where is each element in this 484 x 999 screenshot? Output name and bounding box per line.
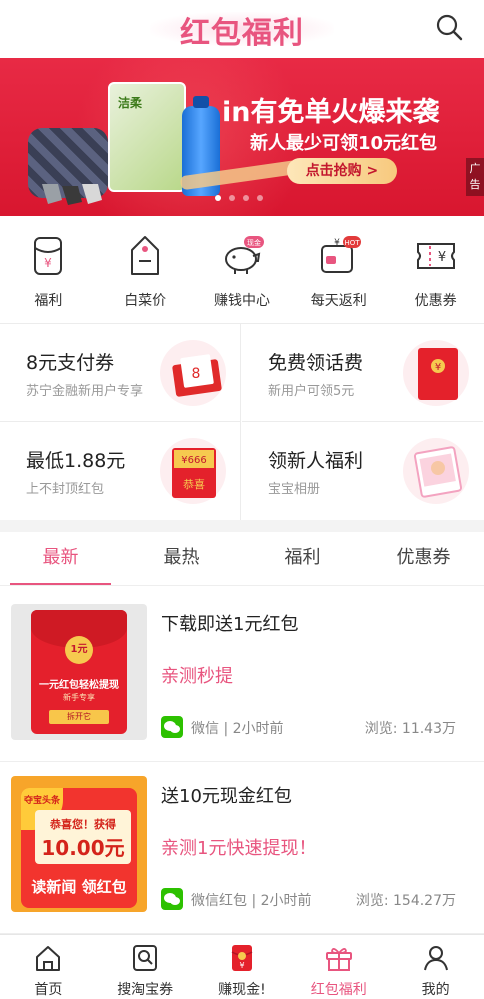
bottom-tab-earn-cash[interactable]: ¥ 赚现金! [194, 935, 291, 999]
banner-cta-button[interactable]: 点击抢购 > [287, 158, 397, 184]
user-icon [423, 946, 448, 971]
promo-grid: 8元支付券 苏宁金融新用户专享 8 免费领话费 新用户可领5元 ¥ 最低1.88… [0, 324, 484, 520]
promo-banner[interactable]: 洁柔 in有免单火爆来袭 新人最少可领10元红包 点击抢购 > 广告 [0, 58, 484, 216]
photo-album-image [413, 446, 463, 498]
item-meta: 微信 | 2小时前 浏览: 11.43万 [161, 716, 456, 738]
tab-latest[interactable]: 最新 [0, 532, 121, 585]
item-title: 送10元现金红包 [161, 786, 292, 807]
svg-text:¥: ¥ [334, 238, 340, 248]
category-nav: ¥ 福利 白菜价 现金 赚钱中心 ¥ HOT 每天返利 ¥ 优惠券 [0, 216, 484, 324]
nav-item-welfare[interactable]: ¥ 福利 [0, 216, 97, 323]
item-tag: 亲测1元快速提现！ [161, 838, 317, 859]
carousel-dot[interactable] [215, 195, 221, 201]
search-icon[interactable] [434, 12, 464, 42]
item-source: 微信红包 | 2小时前 [191, 893, 312, 909]
search-coupon-icon [133, 945, 158, 971]
app-header: 红包福利 [0, 0, 484, 58]
svg-text:¥: ¥ [239, 961, 244, 970]
svg-text:¥: ¥ [437, 250, 445, 265]
socks-image [42, 184, 102, 205]
ad-label: 广告 [466, 158, 484, 196]
piggy-bank-icon: 现金 [224, 236, 264, 274]
nav-item-bargain[interactable]: 白菜价 [97, 216, 194, 323]
banner-headline: in有免单火爆来袭 [222, 97, 440, 128]
svg-text:8: 8 [192, 366, 201, 382]
bottom-tab-red-packet-welfare[interactable]: 红包福利 [290, 935, 387, 999]
item-source: 微信 | 2小时前 [191, 721, 284, 737]
svg-text:HOT: HOT [344, 239, 360, 247]
price-tag-icon [131, 236, 160, 275]
item-title: 下载即送1元红包 [161, 614, 299, 635]
nav-item-coupons[interactable]: ¥ 优惠券 [387, 216, 484, 323]
svg-text:恭喜: 恭喜 [183, 478, 205, 491]
red-envelope-icon: ¥ [34, 237, 63, 275]
svg-text:现金: 现金 [247, 238, 261, 247]
carousel-dot[interactable] [243, 195, 249, 201]
svg-text:¥: ¥ [45, 256, 53, 270]
red-packet-image: ¥ [418, 348, 458, 400]
nav-item-daily-rebate[interactable]: ¥ HOT 每天返利 [290, 216, 387, 323]
promo-card-newbie[interactable]: 领新人福利 宝宝相册 [242, 422, 483, 520]
tab-hottest[interactable]: 最热 [121, 532, 242, 585]
list-item[interactable]: 1元 一元红包轻松提现 新手专享 拆开它 下载即送1元红包 亲测秒提 微信 | … [0, 590, 484, 762]
svg-text:¥666: ¥666 [181, 455, 206, 466]
carousel-dots[interactable] [215, 195, 263, 201]
bottom-tab-me[interactable]: 我的 [387, 935, 484, 999]
banner-subline: 新人最少可领10元红包 [250, 133, 438, 154]
home-icon [36, 946, 61, 971]
bottom-tab-bar: 首页 搜淘宝券 ¥ 赚现金! 红包福利 我的 [0, 934, 484, 999]
carousel-dot[interactable] [229, 195, 235, 201]
red-packet-icon: ¥ [231, 945, 253, 971]
item-tag: 亲测秒提 [161, 666, 233, 687]
tissue-box-image: 洁柔 [108, 82, 186, 192]
promo-card-pay-coupon[interactable]: 8元支付券 苏宁金融新用户专享 8 [0, 324, 241, 422]
page-title: 红包福利 [180, 16, 304, 51]
item-meta: 微信红包 | 2小时前 浏览: 154.27万 [161, 888, 456, 910]
promo-card-min-price[interactable]: 最低1.88元 上不封顶红包 ¥666 恭喜 [0, 422, 241, 520]
carousel-dot[interactable] [257, 195, 263, 201]
bottom-tab-search-coupon[interactable]: 搜淘宝券 [97, 935, 194, 999]
wechat-icon [161, 716, 183, 738]
coupon-icon: ¥ [416, 243, 455, 269]
thumbnail-red-envelope: 1元 一元红包轻松提现 新手专享 拆开它 [11, 604, 147, 740]
wechat-icon [161, 888, 183, 910]
item-views: 浏览: 11.43万 [364, 721, 456, 737]
svg-text:¥: ¥ [435, 362, 441, 373]
bottom-tab-home[interactable]: 首页 [0, 935, 97, 999]
feed-list: 1元 一元红包轻松提现 新手专享 拆开它 下载即送1元红包 亲测秒提 微信 | … [0, 590, 484, 934]
tab-welfare[interactable]: 福利 [242, 532, 363, 585]
wallet-icon: ¥ HOT [320, 236, 361, 273]
nav-item-earn-center[interactable]: 现金 赚钱中心 [194, 216, 291, 323]
gift-icon [325, 948, 352, 971]
feed-tabs: 最新 最热 福利 优惠券 [0, 532, 484, 586]
lucky-packet-image: ¥666 恭喜 [172, 448, 216, 498]
promo-card-phone-credit[interactable]: 免费领话费 新用户可领5元 ¥ [242, 324, 483, 422]
envelope-image: 8 [172, 354, 222, 397]
list-item[interactable]: 夺宝头条 恭喜您！获得 10.00元 读新闻 领红包 送10元现金红包 亲测1元… [0, 762, 484, 934]
item-views: 浏览: 154.27万 [355, 893, 456, 909]
thumbnail-cash-prize: 夺宝头条 恭喜您！获得 10.00元 读新闻 领红包 [11, 776, 147, 912]
tab-coupons[interactable]: 优惠券 [363, 532, 484, 585]
